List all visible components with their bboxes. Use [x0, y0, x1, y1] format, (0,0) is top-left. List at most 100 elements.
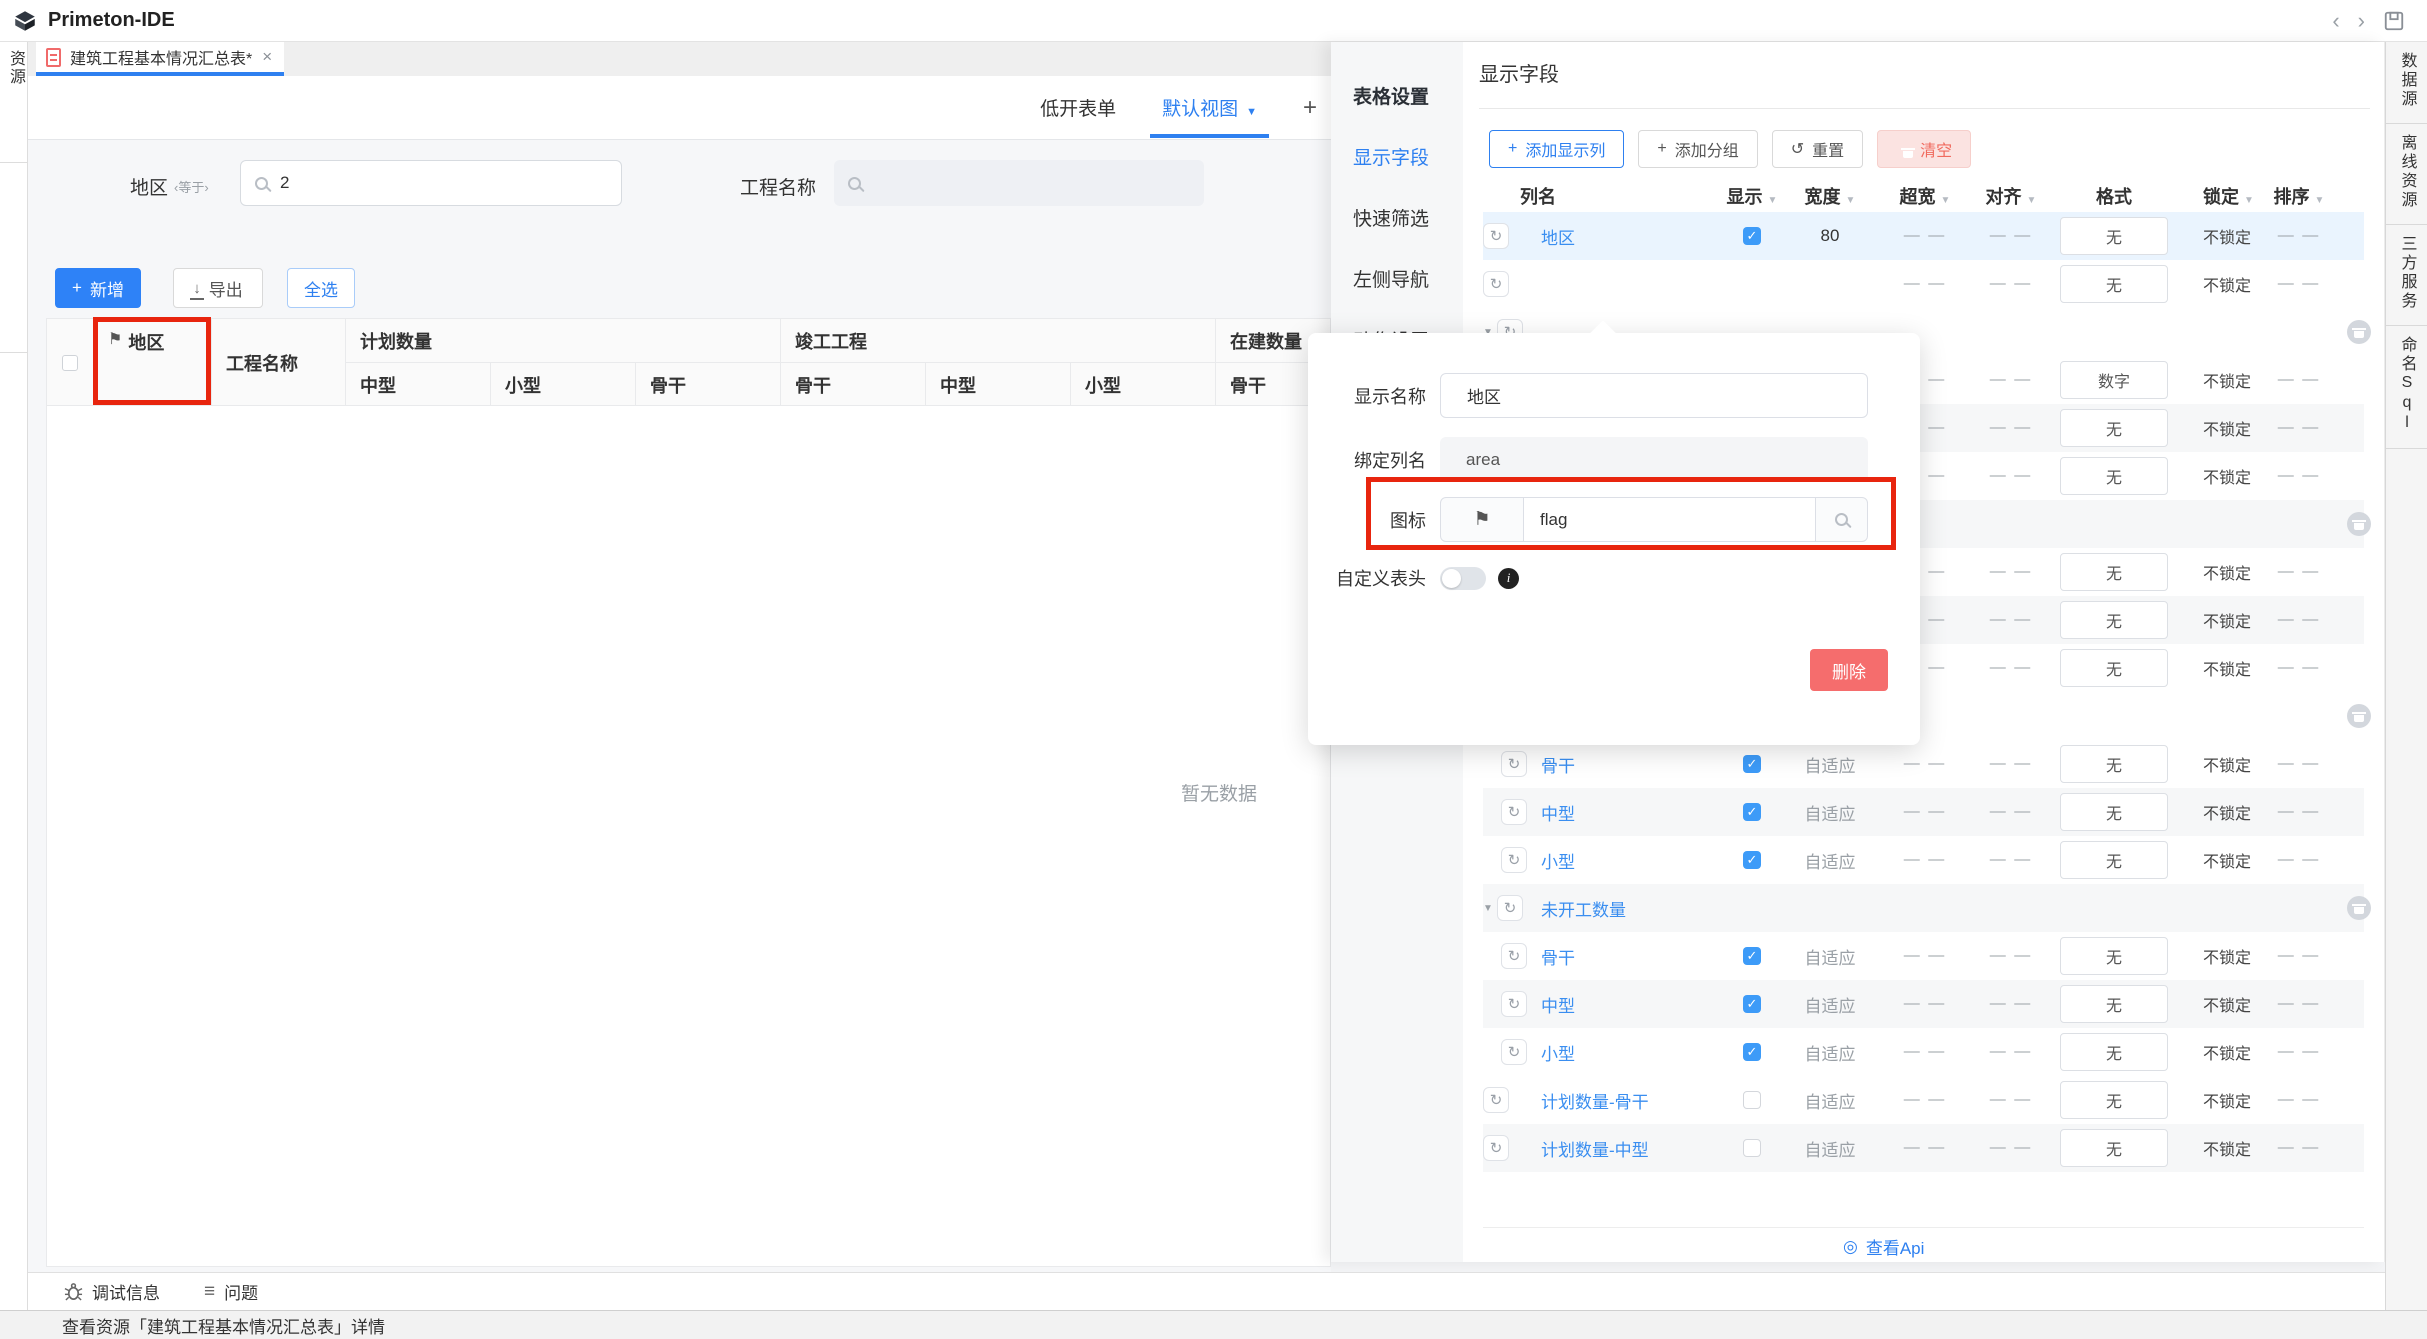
- problems-button[interactable]: ≡ 问题: [204, 1279, 258, 1304]
- area-column-header[interactable]: ⚑地区: [94, 319, 212, 406]
- lock-value[interactable]: 不锁定: [2179, 992, 2265, 1016]
- refresh-icon[interactable]: ↻: [1501, 1039, 1527, 1065]
- project-column-header[interactable]: 工程名称: [212, 319, 346, 406]
- format-input[interactable]: 无: [2060, 841, 2168, 879]
- format-input[interactable]: 无: [2060, 745, 2168, 783]
- field-name-link[interactable]: 小型: [1541, 1045, 1575, 1064]
- chevron-down-icon[interactable]: ▼: [1768, 195, 1778, 206]
- refresh-icon[interactable]: ↻: [1501, 847, 1527, 873]
- visible-checkbox[interactable]: [1743, 1091, 1761, 1109]
- lock-value[interactable]: 不锁定: [2179, 1088, 2265, 1112]
- refresh-icon[interactable]: ↻: [1483, 1135, 1509, 1161]
- clear-button[interactable]: 清空: [1877, 130, 1971, 168]
- group-header-计划数量[interactable]: 计划数量: [346, 319, 781, 362]
- settings-nav-item-左侧导航[interactable]: 左侧导航: [1331, 265, 1463, 292]
- refresh-icon[interactable]: ↻: [1483, 223, 1509, 249]
- settings-nav-item-显示字段[interactable]: 显示字段: [1331, 143, 1463, 170]
- tab-default-view[interactable]: 默认视图▼: [1162, 94, 1257, 121]
- column-header-宽度[interactable]: 宽度▼: [1783, 183, 1877, 209]
- format-input[interactable]: 无: [2060, 793, 2168, 831]
- lock-value[interactable]: 不锁定: [2179, 560, 2265, 584]
- column-header-锁定[interactable]: 锁定▼: [2179, 183, 2265, 209]
- chevron-down-icon[interactable]: ▼: [1941, 195, 1951, 206]
- tab-lowcode-form[interactable]: 低开表单: [1040, 94, 1116, 121]
- resources-vertical-tab[interactable]: 资源: [0, 50, 27, 86]
- close-icon[interactable]: ×: [262, 47, 272, 67]
- lock-value[interactable]: 不锁定: [2179, 608, 2265, 632]
- visible-checkbox[interactable]: [1743, 1139, 1761, 1157]
- format-input[interactable]: 无: [2060, 217, 2168, 255]
- icon-name-input[interactable]: flag: [1524, 497, 1816, 542]
- lock-value[interactable]: 不锁定: [2179, 368, 2265, 392]
- area-search-input[interactable]: 2: [240, 160, 622, 206]
- sub-header-竣工工程-小型[interactable]: 小型: [1071, 362, 1216, 406]
- delete-field-icon[interactable]: [2347, 704, 2371, 728]
- lock-value[interactable]: 不锁定: [2179, 800, 2265, 824]
- format-input[interactable]: 无: [2060, 985, 2168, 1023]
- format-input[interactable]: 数字: [2060, 361, 2168, 399]
- chevron-down-icon[interactable]: ▼: [2315, 195, 2325, 206]
- lock-value[interactable]: 不锁定: [2179, 1136, 2265, 1160]
- format-input[interactable]: 无: [2060, 601, 2168, 639]
- format-input[interactable]: 无: [2060, 409, 2168, 447]
- field-name-link[interactable]: 中型: [1541, 805, 1575, 824]
- visible-checkbox[interactable]: ✓: [1743, 1043, 1761, 1061]
- add-display-column-button[interactable]: +添加显示列: [1489, 130, 1624, 168]
- chevron-down-icon[interactable]: ▼: [2027, 195, 2037, 206]
- field-name-link[interactable]: 小型: [1541, 853, 1575, 872]
- lock-value[interactable]: 不锁定: [2179, 464, 2265, 488]
- custom-header-toggle[interactable]: [1440, 567, 1486, 590]
- field-name-link[interactable]: 骨干: [1541, 949, 1575, 968]
- offline-resources-tab[interactable]: 离线资源: [2395, 134, 2419, 210]
- select-all-button[interactable]: 全选: [287, 268, 355, 308]
- refresh-icon[interactable]: ↻: [1483, 271, 1509, 297]
- icon-search-button[interactable]: [1816, 497, 1868, 542]
- view-api-link[interactable]: ◎ 查看Api: [1843, 1234, 1924, 1259]
- format-input[interactable]: 无: [2060, 1129, 2168, 1167]
- refresh-icon[interactable]: ↻: [1501, 751, 1527, 777]
- visible-checkbox[interactable]: ✓: [1743, 755, 1761, 773]
- field-name-link[interactable]: 计划数量-中型: [1541, 1141, 1649, 1160]
- sub-header-竣工工程-中型[interactable]: 中型: [926, 362, 1071, 406]
- chevron-down-icon[interactable]: ▼: [1846, 195, 1856, 206]
- nav-forward-icon[interactable]: ›: [2358, 10, 2365, 32]
- delete-field-icon[interactable]: [2347, 512, 2371, 536]
- format-input[interactable]: 无: [2060, 553, 2168, 591]
- editor-tab[interactable]: 建筑工程基本情况汇总表* ×: [36, 42, 284, 72]
- debug-info-button[interactable]: 调试信息: [64, 1279, 160, 1304]
- format-input[interactable]: 无: [2060, 649, 2168, 687]
- select-all-checkbox[interactable]: [62, 355, 78, 371]
- nav-back-icon[interactable]: ‹: [2332, 10, 2339, 32]
- add-group-button[interactable]: +添加分组: [1638, 130, 1757, 168]
- visible-checkbox[interactable]: ✓: [1743, 947, 1761, 965]
- lock-value[interactable]: 不锁定: [2179, 944, 2265, 968]
- format-input[interactable]: 无: [2060, 1033, 2168, 1071]
- delete-button[interactable]: 删除: [1810, 649, 1888, 691]
- refresh-icon[interactable]: ↻: [1501, 991, 1527, 1017]
- field-name-link[interactable]: 中型: [1541, 997, 1575, 1016]
- refresh-icon[interactable]: ↻: [1483, 1087, 1509, 1113]
- format-input[interactable]: 无: [2060, 937, 2168, 975]
- sub-header-计划数量-小型[interactable]: 小型: [491, 362, 636, 406]
- column-header-列名[interactable]: 列名: [1483, 183, 1721, 209]
- add-view-button[interactable]: +: [1303, 94, 1321, 122]
- delete-field-icon[interactable]: [2347, 320, 2371, 344]
- display-name-input[interactable]: 地区: [1440, 373, 1868, 418]
- save-icon[interactable]: [2383, 10, 2405, 32]
- sub-header-计划数量-骨干[interactable]: 骨干: [636, 362, 781, 406]
- expand-caret-icon[interactable]: ▼: [1483, 903, 1497, 914]
- project-search-input[interactable]: [834, 160, 1204, 206]
- lock-value[interactable]: 不锁定: [2179, 272, 2265, 296]
- refresh-icon[interactable]: ↻: [1501, 799, 1527, 825]
- lock-value[interactable]: 不锁定: [2179, 224, 2265, 248]
- visible-checkbox[interactable]: ✓: [1743, 227, 1761, 245]
- reset-button[interactable]: ↺重置: [1772, 130, 1863, 168]
- area-filter-operator[interactable]: ‹等于›: [174, 177, 209, 196]
- lock-value[interactable]: 不锁定: [2179, 416, 2265, 440]
- format-input[interactable]: 无: [2060, 457, 2168, 495]
- lock-value[interactable]: 不锁定: [2179, 848, 2265, 872]
- column-header-排序[interactable]: 排序▼: [2265, 183, 2333, 209]
- delete-field-icon[interactable]: [2347, 896, 2371, 920]
- settings-nav-item-快速筛选[interactable]: 快速筛选: [1331, 204, 1463, 231]
- visible-checkbox[interactable]: ✓: [1743, 803, 1761, 821]
